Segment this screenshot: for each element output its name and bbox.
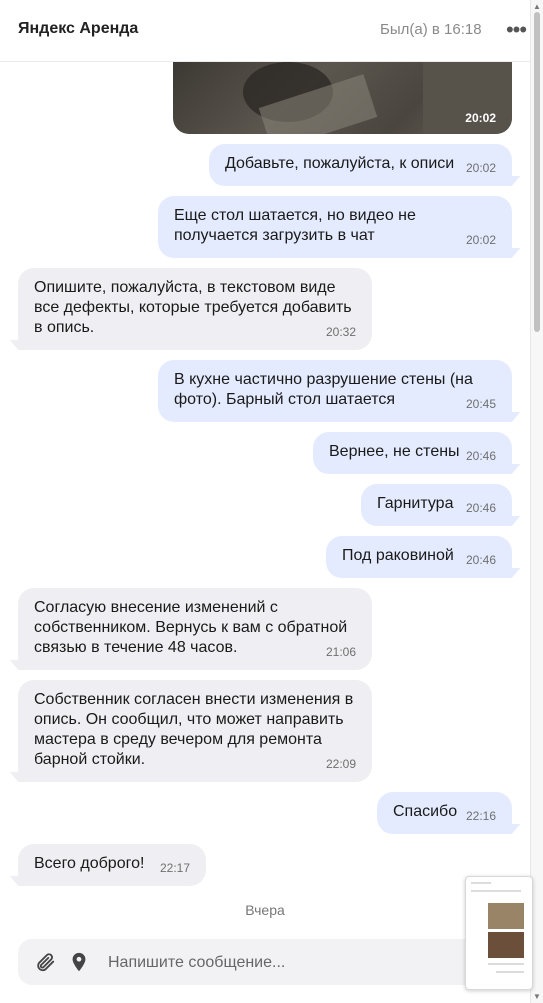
outgoing-message[interactable]: Спасибо 22:16 — [377, 792, 512, 834]
message-list[interactable]: 20:02 Добавьте, пожалуйста, к описи 20:02… — [0, 62, 530, 932]
message-time: 20:02 — [465, 111, 496, 125]
incoming-message[interactable]: Собственник согласен внести изменения в … — [18, 680, 372, 782]
scroll-down-icon[interactable]: ▼ — [533, 992, 541, 1001]
chat-title: Яндекс Аренда — [18, 20, 139, 37]
thumbnail-image — [488, 932, 524, 958]
last-seen-status: Был(а) в 16:18 — [380, 21, 482, 38]
message-time: 20:02 — [465, 161, 496, 175]
outgoing-message[interactable]: Под раковиной 20:46 — [326, 536, 512, 578]
message-time: 22:17 — [159, 861, 190, 875]
outgoing-message[interactable]: В кухне частично разрушение стены (на фо… — [158, 360, 512, 422]
photo-message[interactable]: 20:02 — [173, 62, 512, 134]
incoming-message[interactable]: Опишите, пожалуйста, в текстовом виде вс… — [18, 268, 372, 350]
message-time: 20:46 — [465, 553, 496, 567]
message-text: Добавьте, пожалуйста, к описи — [225, 155, 455, 172]
message-text: В кухне частично разрушение стены (на фо… — [174, 371, 473, 408]
scroll-up-icon[interactable]: ▲ — [533, 2, 541, 11]
message-time: 20:46 — [465, 501, 496, 515]
thumbnail-line — [488, 963, 524, 965]
date-separator: Вчера — [245, 902, 285, 918]
message-time: 21:06 — [325, 645, 356, 659]
message-time: 20:32 — [325, 325, 356, 339]
location-pin-icon[interactable] — [68, 951, 90, 973]
message-text: Собственник согласен внести изменения в … — [34, 691, 354, 768]
incoming-message[interactable]: Всего доброго! 22:17 — [18, 844, 206, 886]
outgoing-message[interactable]: Вернее, не стены 20:46 — [313, 432, 512, 474]
scrollbar-thumb[interactable] — [534, 12, 540, 332]
message-text: Согласую внесение изменений с собственни… — [34, 599, 348, 656]
paperclip-icon[interactable] — [34, 951, 56, 973]
message-composer — [18, 939, 528, 985]
more-dots-icon[interactable]: ••• — [503, 16, 529, 44]
message-time: 22:16 — [465, 809, 496, 823]
scrollbar[interactable]: ▲ ▼ — [530, 0, 543, 1003]
thumbnail-line — [471, 890, 521, 892]
thumbnail-line — [471, 882, 491, 884]
message-time: 20:45 — [465, 397, 496, 411]
message-text: Еще стол шатается, но видео не получаетс… — [174, 207, 416, 244]
message-input[interactable] — [106, 951, 450, 975]
message-time: 20:02 — [465, 233, 496, 247]
message-time: 22:09 — [325, 757, 356, 771]
message-text: Опишите, пожалуйста, в текстовом виде вс… — [34, 279, 352, 336]
outgoing-message[interactable]: Добавьте, пожалуйста, к описи 20:02 — [209, 144, 512, 186]
thumbnail-line — [496, 971, 524, 973]
message-time: 20:46 — [465, 449, 496, 463]
outgoing-message[interactable]: Гарнитура 20:46 — [361, 484, 512, 526]
chat-header: Яндекс Аренда Был(а) в 16:18 ••• — [0, 0, 530, 62]
thumbnail-image — [488, 903, 524, 929]
outgoing-message[interactable]: Еще стол шатается, но видео не получаетс… — [158, 196, 512, 258]
incoming-message[interactable]: Согласую внесение изменений с собственни… — [18, 588, 372, 670]
screenshot-thumbnail[interactable] — [465, 876, 533, 990]
